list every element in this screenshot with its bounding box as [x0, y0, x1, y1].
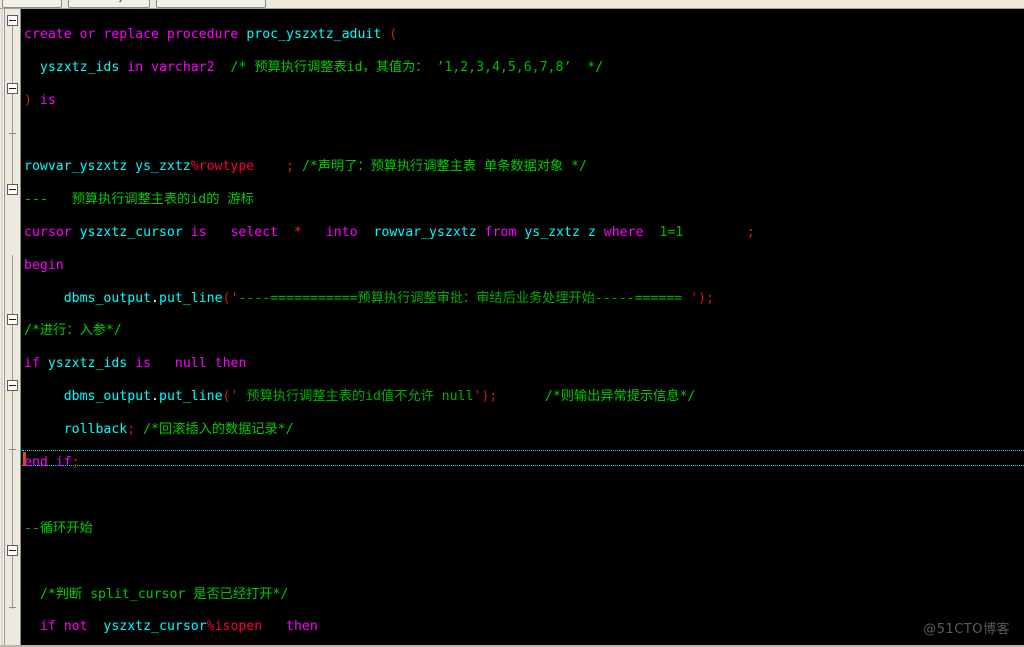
toolbar-button-execute[interactable]: Execute — [2, 0, 62, 8]
editor-frame: create or replace procedure proc_yszxtz_… — [0, 9, 1024, 647]
code-line[interactable]: --循环开始 — [24, 521, 1024, 537]
code-line[interactable]: cursor yszxtz_cursor is select * into ro… — [24, 225, 1024, 241]
toolbar: Execute Auto Gray Test Window — [0, 0, 1024, 9]
fold-toggle-procedure[interactable] — [7, 15, 18, 26]
plsql-editor-window: Execute Auto Gray Test Window — [0, 0, 1024, 647]
code-line[interactable]: end if; — [24, 455, 1024, 471]
code-line[interactable] — [24, 126, 1024, 142]
code-line[interactable]: --- 预算执行调整主表的id的 游标 — [24, 192, 1024, 208]
code-line[interactable]: /*进行：入参*/ — [24, 323, 1024, 339]
code-line[interactable]: begin — [24, 258, 1024, 274]
code-surface[interactable]: create or replace procedure proc_yszxtz_… — [21, 9, 1024, 647]
code-line[interactable]: dbms_output.put_line(' 预算执行调整主表的id值不允许 n… — [24, 389, 1024, 405]
code-line[interactable]: if yszxtz_ids is null then — [24, 356, 1024, 372]
fold-toggle-declare[interactable] — [7, 83, 18, 94]
fold-toggle-loop[interactable] — [7, 545, 18, 556]
code-line[interactable] — [24, 554, 1024, 570]
fold-gutter[interactable] — [5, 9, 21, 647]
code-line[interactable]: create or replace procedure proc_yszxtz_… — [24, 27, 1024, 43]
toolbar-button-test-window[interactable]: Test Window — [156, 0, 266, 8]
watermark: @51CTO博客 — [923, 622, 1010, 637]
code-line[interactable]: ) is — [24, 93, 1024, 109]
fold-toggle-if-isopen[interactable] — [7, 314, 18, 325]
code-line[interactable]: dbms_output.put_line('----===========预算执… — [24, 291, 1024, 307]
code-line[interactable]: yszxtz_ids in varchar2 /* 预算执行调整表id，其值为：… — [24, 60, 1024, 76]
code-line[interactable] — [24, 488, 1024, 504]
code-line[interactable]: rollback; /*回滚插入的数据记录*/ — [24, 422, 1024, 438]
fold-toggle-if[interactable] — [7, 184, 18, 195]
code-line[interactable]: if not yszxtz_cursor%isopen then — [24, 619, 1024, 635]
code-line[interactable]: rowvar_yszxtz ys_zxtz%rowtype ; /*声明了：预算… — [24, 159, 1024, 175]
fold-toggle-while[interactable] — [7, 380, 18, 391]
code-text[interactable]: create or replace procedure proc_yszxtz_… — [24, 11, 1024, 647]
code-line[interactable]: /*判断 split_cursor 是否已经打开*/ — [24, 587, 1024, 603]
toolbar-button-auto-gray[interactable]: Auto Gray — [68, 0, 150, 8]
